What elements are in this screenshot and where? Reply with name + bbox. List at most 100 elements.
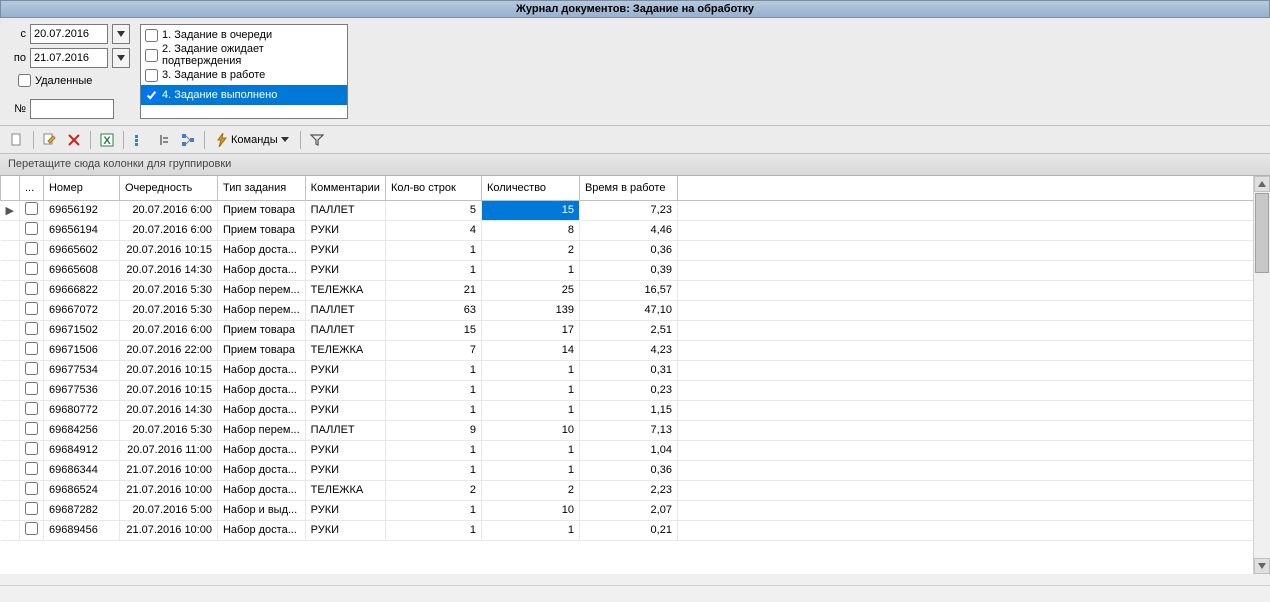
- scroll-thumb[interactable]: [1255, 193, 1269, 273]
- tree-button[interactable]: [177, 129, 199, 151]
- col-header-number[interactable]: Номер: [43, 176, 119, 200]
- table-row[interactable]: ▶6965619220.07.2016 6:00Прием товараПАЛЛ…: [1, 200, 1270, 220]
- to-date-input[interactable]: [30, 48, 108, 68]
- row-checkbox[interactable]: [25, 262, 38, 275]
- row-checkbox[interactable]: [25, 242, 38, 255]
- col-header-empty: [677, 176, 1269, 200]
- table-row[interactable]: 6967753620.07.2016 10:15Набор доста...РУ…: [1, 380, 1270, 400]
- table-row[interactable]: 6968077220.07.2016 14:30Набор доста...РУ…: [1, 400, 1270, 420]
- new-doc-button[interactable]: [6, 129, 28, 151]
- cell-empty: [677, 460, 1269, 480]
- row-indicator: [1, 520, 20, 540]
- status-filter-item[interactable]: 4. Задание выполнено: [141, 85, 347, 105]
- col-header-time[interactable]: Время в работе: [579, 176, 677, 200]
- row-checkbox[interactable]: [25, 442, 38, 455]
- col-header-comments[interactable]: Комментарии: [305, 176, 385, 200]
- status-checkbox[interactable]: [145, 49, 158, 62]
- cell-time: 1,15: [579, 400, 677, 420]
- num-input[interactable]: [30, 99, 114, 119]
- table-row[interactable]: 6966682220.07.2016 5:30Набор перем...ТЕЛ…: [1, 280, 1270, 300]
- row-checkbox[interactable]: [25, 322, 38, 335]
- row-checkbox[interactable]: [25, 302, 38, 315]
- row-checkbox[interactable]: [25, 202, 38, 215]
- status-filter-item[interactable]: 2. Задание ожидает подтверждения: [141, 45, 347, 65]
- cell-qty: 1: [481, 380, 579, 400]
- scroll-up-button[interactable]: [1254, 176, 1270, 192]
- lightning-icon: [216, 133, 228, 147]
- cell-comments: РУКИ: [305, 360, 385, 380]
- row-checkbox-cell: [19, 340, 43, 360]
- cell-empty: [677, 240, 1269, 260]
- cell-type: Набор перем...: [217, 300, 305, 320]
- table-row[interactable]: 6966560820.07.2016 14:30Набор доста...РУ…: [1, 260, 1270, 280]
- row-checkbox[interactable]: [25, 502, 38, 515]
- row-checkbox[interactable]: [25, 402, 38, 415]
- col-header-indicator[interactable]: [1, 176, 20, 200]
- group-by-bar[interactable]: Перетащите сюда колонки для группировки: [0, 154, 1270, 176]
- status-filter-item[interactable]: 3. Задание в работе: [141, 65, 347, 85]
- to-date-label: по: [8, 52, 26, 64]
- cell-type: Набор доста...: [217, 360, 305, 380]
- row-checkbox[interactable]: [25, 382, 38, 395]
- cell-time: 2,07: [579, 500, 677, 520]
- row-checkbox[interactable]: [25, 422, 38, 435]
- row-checkbox[interactable]: [25, 482, 38, 495]
- delete-button[interactable]: [63, 129, 85, 151]
- table-row[interactable]: 6966707220.07.2016 5:30Набор перем...ПАЛ…: [1, 300, 1270, 320]
- row-indicator: [1, 500, 20, 520]
- cell-time: 0,36: [579, 240, 677, 260]
- cell-lines: 1: [385, 400, 481, 420]
- to-date-dropdown[interactable]: [112, 48, 130, 68]
- table-row[interactable]: 6968634421.07.2016 10:00Набор доста...РУ…: [1, 460, 1270, 480]
- table-row[interactable]: 6968945621.07.2016 10:00Набор доста...РУ…: [1, 520, 1270, 540]
- row-checkbox[interactable]: [25, 342, 38, 355]
- vertical-scrollbar[interactable]: [1253, 176, 1270, 574]
- edit-button[interactable]: [39, 129, 61, 151]
- col-header-lines[interactable]: Кол-во строк: [385, 176, 481, 200]
- expand-button[interactable]: [129, 129, 151, 151]
- col-header-checkbox[interactable]: ...: [19, 176, 43, 200]
- col-header-qty[interactable]: Количество: [481, 176, 579, 200]
- row-checkbox[interactable]: [25, 362, 38, 375]
- from-date-dropdown[interactable]: [112, 24, 130, 44]
- table-row[interactable]: 6967753420.07.2016 10:15Набор доста...РУ…: [1, 360, 1270, 380]
- row-checkbox[interactable]: [25, 222, 38, 235]
- status-checkbox[interactable]: [145, 89, 158, 102]
- table-row[interactable]: 6967150620.07.2016 22:00Прием товараТЕЛЕ…: [1, 340, 1270, 360]
- cell-type: Набор доста...: [217, 380, 305, 400]
- cell-queue: 21.07.2016 10:00: [119, 460, 217, 480]
- deleted-checkbox[interactable]: [18, 74, 31, 87]
- cell-lines: 5: [385, 200, 481, 220]
- status-filter-item[interactable]: 1. Задание в очереди: [141, 25, 347, 45]
- filter-button[interactable]: [306, 129, 328, 151]
- table-row[interactable]: 6968425620.07.2016 5:30Набор перем...ПАЛ…: [1, 420, 1270, 440]
- collapse-button[interactable]: [153, 129, 175, 151]
- excel-button[interactable]: X: [96, 129, 118, 151]
- status-checkbox[interactable]: [145, 29, 158, 42]
- cell-lines: 1: [385, 440, 481, 460]
- row-indicator: [1, 460, 20, 480]
- row-checkbox[interactable]: [25, 462, 38, 475]
- cell-number: 69677534: [43, 360, 119, 380]
- row-checkbox[interactable]: [25, 522, 38, 535]
- table-row[interactable]: 6966560220.07.2016 10:15Набор доста...РУ…: [1, 240, 1270, 260]
- table-row[interactable]: 6968728220.07.2016 5:00Набор и выд...РУК…: [1, 500, 1270, 520]
- commands-dropdown[interactable]: Команды: [210, 131, 295, 149]
- cell-time: 2,23: [579, 480, 677, 500]
- scroll-down-button[interactable]: [1254, 558, 1270, 574]
- row-checkbox[interactable]: [25, 282, 38, 295]
- status-checkbox[interactable]: [145, 69, 158, 82]
- table-row[interactable]: 6968491220.07.2016 11:00Набор доста...РУ…: [1, 440, 1270, 460]
- col-header-type[interactable]: Тип задания: [217, 176, 305, 200]
- horizontal-scrollbar[interactable]: [0, 585, 1270, 602]
- table-row[interactable]: 6967150220.07.2016 6:00Прием товараПАЛЛЕ…: [1, 320, 1270, 340]
- cell-type: Набор доста...: [217, 520, 305, 540]
- table-row[interactable]: 6968652421.07.2016 10:00Набор доста...ТЕ…: [1, 480, 1270, 500]
- table-row[interactable]: 6965619420.07.2016 6:00Прием товараРУКИ4…: [1, 220, 1270, 240]
- toolbar: X Команды: [0, 126, 1270, 154]
- col-header-queue[interactable]: Очередность: [119, 176, 217, 200]
- from-date-input[interactable]: [30, 24, 108, 44]
- row-indicator: [1, 420, 20, 440]
- row-checkbox-cell: [19, 360, 43, 380]
- cell-qty: 139: [481, 300, 579, 320]
